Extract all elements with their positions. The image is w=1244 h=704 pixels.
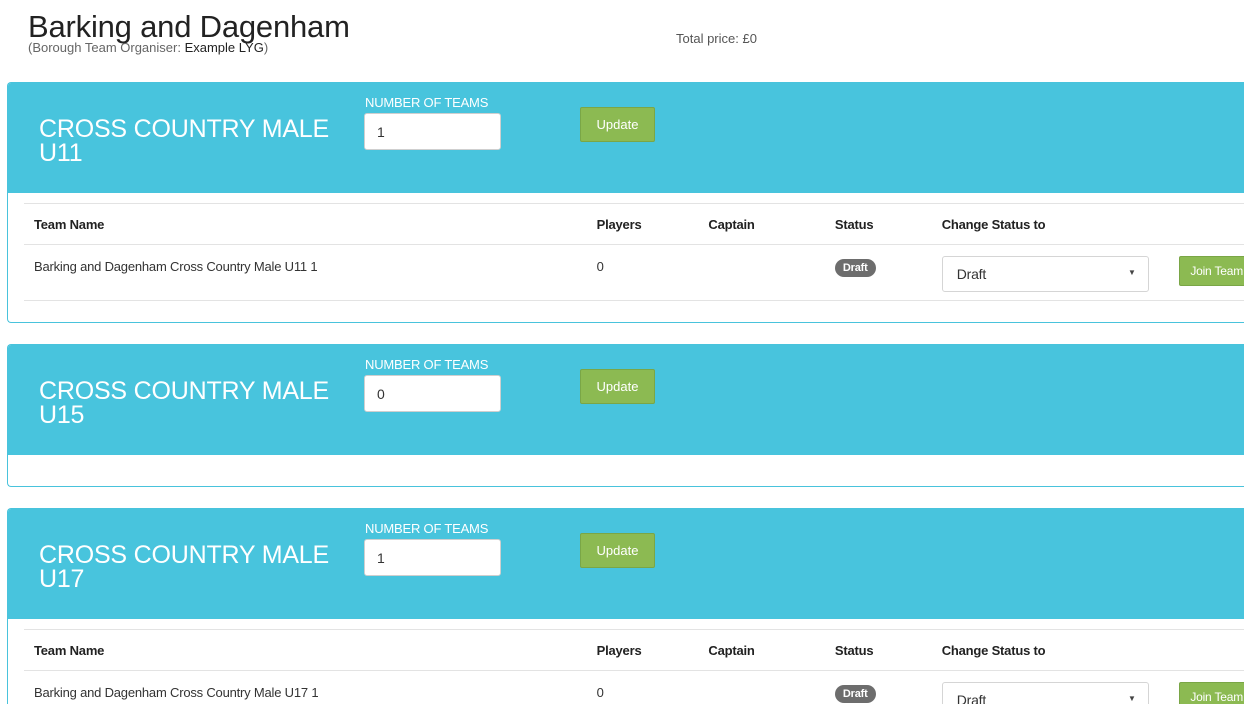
captain-cell <box>698 244 825 301</box>
action-header <box>1169 629 1244 671</box>
players-header: Players <box>586 629 699 671</box>
team-name-header: Team Name <box>24 203 587 245</box>
captain-header: Captain <box>698 629 825 671</box>
players-cell: 0 <box>586 670 699 704</box>
captain-header: Captain <box>698 203 825 245</box>
number-of-teams-label: NUMBER OF TEAMS <box>365 357 489 372</box>
teams-table: Team Name Players Captain Status Change … <box>24 629 1244 704</box>
number-of-teams-input[interactable] <box>364 375 501 412</box>
event-panel-header: CROSS COUNTRY MALE U11 NUMBER OF TEAMS U… <box>8 83 1244 193</box>
event-title: CROSS COUNTRY MALE U15 <box>39 377 329 429</box>
page-header: Barking and Dagenham (Borough Team Organ… <box>28 8 350 56</box>
status-cell: Draft <box>824 670 932 704</box>
join-team-button[interactable]: Join Team <box>1179 682 1244 704</box>
page: Barking and Dagenham (Borough Team Organ… <box>0 0 1244 704</box>
table-row: Barking and Dagenham Cross Country Male … <box>24 670 1244 704</box>
change-status-cell: Draft ▼ <box>931 670 1170 704</box>
action-cell: Join Team <box>1169 244 1244 301</box>
select-value: Draft <box>956 266 987 282</box>
number-of-teams-label: NUMBER OF TEAMS <box>365 521 489 536</box>
team-name-cell: Barking and Dagenham Cross Country Male … <box>24 244 587 301</box>
event-panel-u17: CROSS COUNTRY MALE U17 NUMBER OF TEAMS U… <box>7 508 1244 704</box>
teams-table: Team Name Players Captain Status Change … <box>24 203 1244 301</box>
action-header <box>1169 203 1244 245</box>
join-team-button[interactable]: Join Team <box>1179 256 1244 286</box>
event-panel-u11: CROSS COUNTRY MALE U11 NUMBER OF TEAMS U… <box>7 82 1244 323</box>
change-status-header: Change Status to <box>931 203 1170 245</box>
captain-cell <box>698 670 825 704</box>
select-value: Draft <box>956 692 987 704</box>
change-status-header: Change Status to <box>931 629 1170 671</box>
status-badge: Draft <box>834 259 876 277</box>
status-cell: Draft <box>824 244 932 301</box>
update-button[interactable]: Update <box>580 369 655 404</box>
chevron-down-icon: ▼ <box>1127 694 1136 703</box>
change-status-select[interactable]: Draft ▼ <box>941 682 1149 704</box>
table-header-row: Team Name Players Captain Status Change … <box>24 203 1244 245</box>
status-header: Status <box>824 629 932 671</box>
status-badge: Draft <box>834 685 876 703</box>
number-of-teams-input[interactable] <box>364 539 501 576</box>
number-of-teams-input[interactable] <box>364 113 501 150</box>
change-status-cell: Draft ▼ <box>931 244 1170 301</box>
status-header: Status <box>824 203 932 245</box>
event-title: CROSS COUNTRY MALE U11 <box>39 115 329 167</box>
chevron-down-icon: ▼ <box>1127 268 1136 277</box>
event-panel-u15: CROSS COUNTRY MALE U15 NUMBER OF TEAMS U… <box>7 344 1244 487</box>
update-button[interactable]: Update <box>580 533 655 568</box>
table-header-row: Team Name Players Captain Status Change … <box>24 629 1244 671</box>
team-name-cell: Barking and Dagenham Cross Country Male … <box>24 670 587 704</box>
team-name-header: Team Name <box>24 629 587 671</box>
change-status-select[interactable]: Draft ▼ <box>941 256 1149 292</box>
total-price: Total price: £0 <box>676 31 757 46</box>
action-cell: Join Team <box>1169 670 1244 704</box>
players-header: Players <box>586 203 699 245</box>
update-button[interactable]: Update <box>580 107 655 142</box>
players-cell: 0 <box>586 244 699 301</box>
organiser-prefix: (Borough Team Organiser: <box>28 40 181 55</box>
organiser-name: Example LYG <box>184 40 264 55</box>
table-row: Barking and Dagenham Cross Country Male … <box>24 244 1244 301</box>
event-panel-header: CROSS COUNTRY MALE U17 NUMBER OF TEAMS U… <box>8 509 1244 619</box>
event-title: CROSS COUNTRY MALE U17 <box>39 541 329 593</box>
organiser-suffix: ) <box>263 40 269 55</box>
event-panel-header: CROSS COUNTRY MALE U15 NUMBER OF TEAMS U… <box>8 345 1244 455</box>
number-of-teams-label: NUMBER OF TEAMS <box>365 95 489 110</box>
